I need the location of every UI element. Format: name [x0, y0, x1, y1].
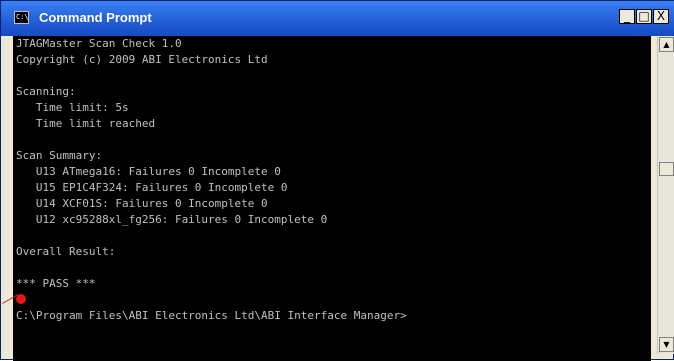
console-line: Scan Summary:: [16, 149, 103, 162]
console-line: Copyright (c) 2009 ABI Electronics Ltd: [16, 53, 268, 66]
vertical-scrollbar[interactable]: ▲ ▼: [657, 36, 674, 354]
command-prompt-window: C:\ Command Prompt JTAGMaster Scan Check…: [0, 0, 674, 361]
console-output[interactable]: JTAGMaster Scan Check 1.0 Copyright (c) …: [13, 36, 651, 361]
console-line: U12 xc95288xl_fg256: Failures 0 Incomple…: [16, 213, 328, 226]
console-line: Scanning:: [16, 85, 76, 98]
command-prompt-line[interactable]: C:\Program Files\ABI Electronics Ltd\ABI…: [16, 308, 407, 324]
console-line: *** PASS ***: [16, 277, 96, 290]
scroll-thumb[interactable]: [659, 162, 674, 176]
annotation-dot: [16, 294, 26, 304]
title-bar[interactable]: C:\ Command Prompt: [1, 1, 674, 36]
window-title: Command Prompt: [39, 10, 152, 25]
console-line: Time limit reached: [16, 117, 156, 130]
close-icon[interactable]: X: [653, 9, 669, 24]
console-line: U15 EP1C4F324: Failures 0 Incomplete 0: [16, 181, 288, 194]
console-line: Time limit: 5s: [16, 101, 129, 114]
console-line: U13 ATmega16: Failures 0 Incomplete 0: [16, 165, 281, 178]
console-line: JTAGMaster Scan Check 1.0: [16, 37, 182, 50]
scroll-up-icon[interactable]: ▲: [659, 37, 674, 52]
minimize-icon[interactable]: _: [619, 9, 635, 24]
maximize-icon[interactable]: □: [636, 9, 652, 24]
console-line: U14 XCF01S: Failures 0 Incomplete 0: [16, 197, 268, 210]
scroll-down-icon[interactable]: ▼: [659, 337, 674, 352]
console-line: Overall Result:: [16, 245, 116, 258]
cmd-app-icon: C:\: [14, 11, 29, 24]
